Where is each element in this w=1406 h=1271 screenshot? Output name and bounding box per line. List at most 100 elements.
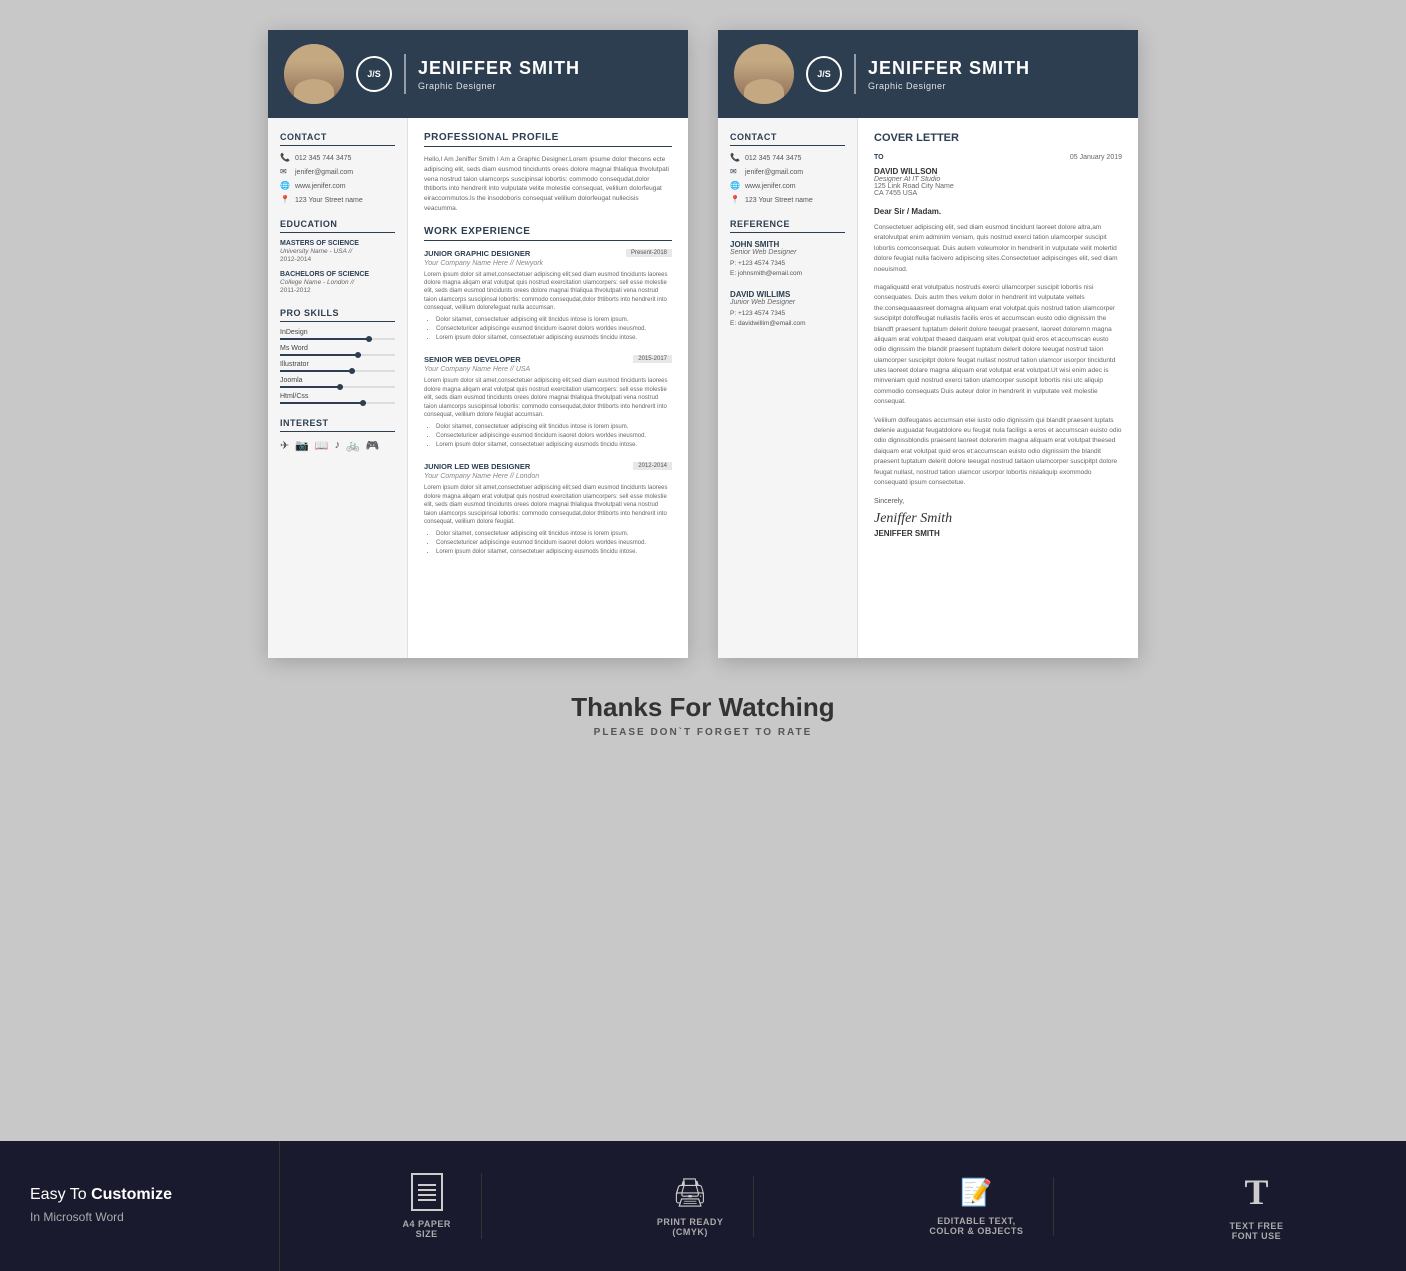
cover-header-divider: [854, 54, 856, 94]
ref-name-2: DAVID WILLIMS: [730, 290, 845, 299]
address-item: 📍 123 Your Street name: [280, 195, 395, 205]
cover-paragraph-2: magaliquatd erat volutpatus nostruds exe…: [874, 283, 1122, 408]
cover-phone-item: 📞 012 345 744 3475: [730, 153, 845, 163]
ref-person-2: DAVID WILLIMS Junior Web Designer P: +12…: [730, 290, 845, 330]
skill-msword: Ms Word: [280, 345, 395, 356]
cover-header: J/S JENIFFER SMITH Graphic Designer: [718, 30, 1138, 118]
header-divider: [404, 54, 406, 94]
feature-print: 🖨 PRINT READY(CMYK): [627, 1176, 755, 1237]
location-icon: 📍: [280, 195, 290, 205]
interest-book-icon: 📖: [315, 439, 329, 452]
ref-phone-2: P: +123 4574 7345: [730, 309, 845, 319]
cover-email: jenifer@gmail.com: [745, 169, 803, 176]
resume-name: JENIFFER SMITH: [418, 58, 580, 79]
resume-body: Contact 📞 012 345 744 3475 ✉ jenifer@gma…: [268, 118, 688, 658]
education-section: Education MASTERS OF SCIENCE University …: [280, 219, 395, 294]
cover-email-item: ✉ jenifer@gmail.com: [730, 167, 845, 177]
in-ms-text: In Microsoft Word: [30, 1210, 124, 1224]
work-entry-1: JUNIOR GRAPHIC DESIGNER Present-2018 You…: [424, 249, 672, 344]
cover-address-line1: 125 Link Road City Name: [874, 183, 1122, 190]
skill-joomla: Joomla: [280, 377, 395, 388]
cover-web-icon: 🌐: [730, 181, 740, 191]
watching-subtitle: PLEASE DON`T FORGET TO RATE: [571, 727, 834, 738]
interest-icons: ✈ 📷 📖 ♪ 🚲 🎮: [280, 439, 395, 452]
edit-pencil-icon: 📝: [960, 1177, 992, 1208]
work-desc-1: Lorem ipsum dolor sit amet,consectetuer …: [424, 271, 672, 313]
cover-date: 05 January 2019: [1070, 154, 1122, 161]
ref-name-1: JOHN SMITH: [730, 240, 845, 249]
work-desc-2: Lorem ipsum dolor sit amet,consectetuer …: [424, 377, 672, 419]
skills-section: Pro Skills InDesign Ms Word Illustrator: [280, 308, 395, 404]
website-url: www.jenifer.com: [295, 183, 346, 190]
work-bullets-2: Dolor sitamet, consectetuer adipiscing e…: [436, 423, 672, 450]
edu-school-2: College Name - London //: [280, 279, 395, 286]
interest-plane-icon: ✈: [280, 439, 289, 452]
cover-address-item: 📍 123 Your Street name: [730, 195, 845, 205]
cover-address: 123 Your Street name: [745, 197, 813, 204]
phone-number: 012 345 744 3475: [295, 155, 351, 162]
skill-name-joomla: Joomla: [280, 377, 395, 384]
cover-addressee-title: Designer At IT Studio: [874, 176, 1122, 183]
work-years-2: 2015-2017: [633, 355, 672, 363]
interest-game-icon: 🎮: [366, 439, 380, 452]
main-area: J/S JENIFFER SMITH Graphic Designer Cont…: [0, 0, 1406, 1141]
work-title-2: SENIOR WEB DEVELOPER: [424, 355, 521, 364]
cover-paragraph-3: Velilium dolfeugates accumsan etei iusto…: [874, 416, 1122, 489]
education-title: Education: [280, 219, 395, 233]
cover-greeting: Dear Sir / Madam.: [874, 207, 1122, 216]
work-entry-3: JUNIOR LED WEB DESIGNER 2012-2014 Your C…: [424, 462, 672, 557]
email-item: ✉ jenifer@gmail.com: [280, 167, 395, 177]
profile-section-title: Professional Profile: [424, 132, 672, 147]
skill-name-msword: Ms Word: [280, 345, 395, 352]
resume-sidebar: Contact 📞 012 345 744 3475 ✉ jenifer@gma…: [268, 118, 408, 658]
phone-icon: 📞: [280, 153, 290, 163]
textfree-label: TEXT FREEFONT USE: [1229, 1221, 1283, 1241]
skill-indesign: InDesign: [280, 329, 395, 340]
resume-name-block: JENIFFER SMITH Graphic Designer: [418, 58, 580, 91]
bullet-2-3: Lorem ipsum dolor sitamet, consectetuer …: [436, 441, 672, 450]
ref-position-2: Junior Web Designer: [730, 299, 845, 306]
bottom-left-text: Easy To Customize In Microsoft Word: [30, 1184, 172, 1229]
skill-illustrator: Illustrator: [280, 361, 395, 372]
ref-position-1: Senior Web Designer: [730, 249, 845, 256]
a4-label: A4 PAPERSIZE: [403, 1219, 451, 1239]
cover-to-row: TO 05 January 2019: [874, 154, 1122, 161]
watching-section: Thanks For Watching PLEASE DON`T FORGET …: [571, 682, 834, 748]
work-title-1: JUNIOR GRAPHIC DESIGNER: [424, 249, 530, 258]
cover-contact-title: Contact: [730, 132, 845, 146]
cover-name: JENIFFER SMITH: [868, 58, 1030, 79]
resume-job-title: Graphic Designer: [418, 81, 580, 91]
easy-text: Easy To: [30, 1186, 87, 1203]
bottom-bar: Easy To Customize In Microsoft Word A4 P…: [0, 1141, 1406, 1271]
editable-label: EDITABLE TEXT,COLOR & OBJECTS: [929, 1216, 1023, 1236]
avatar: [284, 44, 344, 104]
phone-item: 📞 012 345 744 3475: [280, 153, 395, 163]
work-bullets-1: Dolor sitamet, consectetuer adipiscing e…: [436, 316, 672, 343]
work-company-1: Your Company Name Here // Newyork: [424, 260, 672, 267]
bullet-3-1: Dolor sitamet, consectetuer adipiscing e…: [436, 530, 672, 539]
email-address: jenifer@gmail.com: [295, 169, 353, 176]
printer-icon: 🖨: [672, 1176, 708, 1209]
cover-phone-icon: 📞: [730, 153, 740, 163]
work-years-1: Present-2018: [626, 249, 672, 257]
cover-avatar: [734, 44, 794, 104]
profile-text: Hello,I Am Jeniffer Smith I Am a Graphic…: [424, 155, 672, 214]
edu-years-2: 2011-2012: [280, 287, 395, 294]
cover-job-title: Graphic Designer: [868, 81, 1030, 91]
skill-htmlcss: Html/Css: [280, 393, 395, 404]
resume-header: J/S JENIFFER SMITH Graphic Designer: [268, 30, 688, 118]
customize-text: Customize: [91, 1186, 172, 1203]
cover-sidebar: Contact 📞 012 345 744 3475 ✉ jenifer@gma…: [718, 118, 858, 658]
edu-entry-2: BACHELORS OF SCIENCE College Name - Lond…: [280, 271, 395, 294]
cover-addressee-name: DAVID WILLSON: [874, 167, 1122, 176]
ref-email-1: E: johnsmith@email.com: [730, 269, 845, 279]
work-section-title: Work Experience: [424, 226, 672, 241]
contact-title: Contact: [280, 132, 395, 146]
cover-letter-heading: Cover Letter: [874, 132, 1122, 144]
a4-paper-icon: [411, 1173, 443, 1211]
bullet-1-2: Consecteturicer adipiscinge eusmod tinci…: [436, 325, 672, 334]
cover-main-content: Cover Letter TO 05 January 2019 DAVID WI…: [858, 118, 1138, 658]
website-item: 🌐 www.jenifer.com: [280, 181, 395, 191]
print-label: PRINT READY(CMYK): [657, 1217, 724, 1237]
resume-document: J/S JENIFFER SMITH Graphic Designer Cont…: [268, 30, 688, 658]
